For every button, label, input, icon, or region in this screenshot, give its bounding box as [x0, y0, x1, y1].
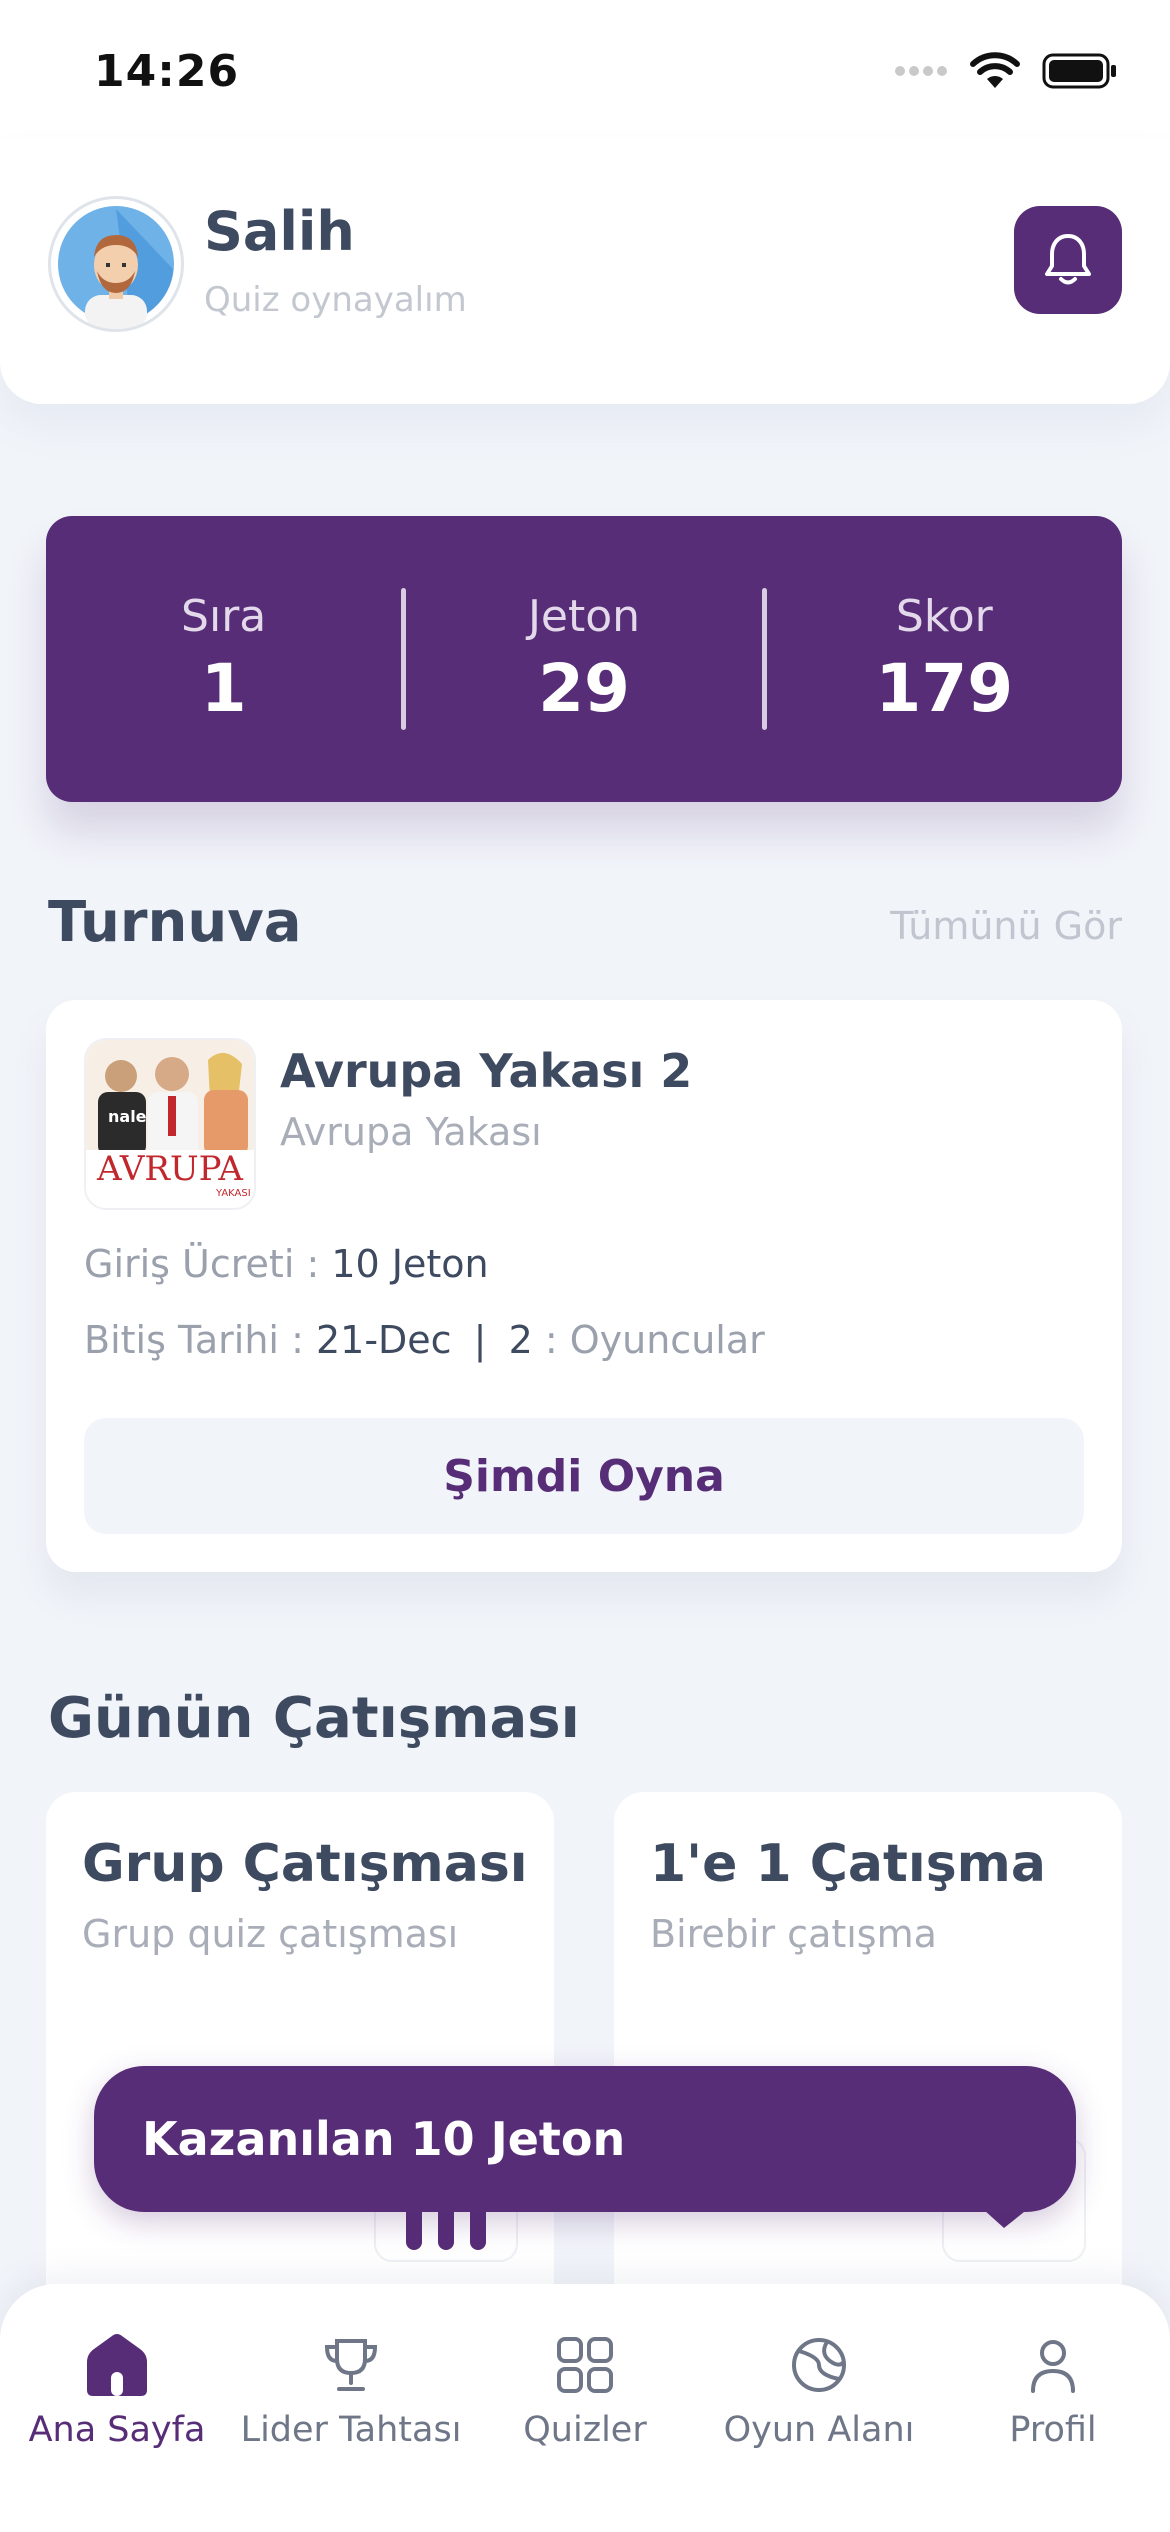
notifications-button[interactable] [1014, 206, 1122, 314]
nav-label: Quizler [523, 2410, 647, 2450]
duel-card-subtitle: Birebir çatışma [650, 1912, 937, 1956]
group-duel-card[interactable]: Grup Çatışması Grup quiz çatışması [46, 1792, 554, 2332]
status-time: 14:26 [94, 46, 240, 97]
players-count: 2 [508, 1318, 533, 1362]
see-all-link[interactable]: Tümünü Gör [890, 904, 1122, 948]
nav-label: Profil [1009, 2410, 1097, 2450]
stat-tokens: Jeton 29 [406, 591, 761, 727]
profile-header: Salih Quiz oynayalım [0, 140, 1170, 404]
tournament-poster-image: nale AVRUPA YAKASI [86, 1040, 254, 1208]
stat-label: Skor [895, 591, 993, 642]
wifi-icon [970, 52, 1020, 88]
bell-icon [1045, 234, 1091, 285]
cellular-signal-icon [895, 66, 947, 76]
poster-title-text: AVRUPA [96, 1149, 243, 1189]
row-separator: | [473, 1318, 487, 1362]
stat-value: 1 [200, 650, 247, 727]
status-bar: 14:26 [0, 0, 1170, 140]
play-now-button[interactable]: Şimdi Oyna [84, 1418, 1084, 1534]
stat-value: 29 [538, 650, 630, 727]
stats-panel: Sıra 1 Jeton 29 Skor 179 [46, 516, 1122, 802]
players-label: : Oyuncular [544, 1318, 765, 1362]
bottom-navigation: Ana Sayfa Lider Tahtası Quizler Oyun Ala… [0, 2284, 1170, 2532]
duel-section-title: Günün Çatışması [48, 1686, 580, 1751]
nav-label: Lider Tahtası [240, 2410, 462, 2450]
tournament-category: Avrupa Yakası [280, 1110, 542, 1154]
poster-subtitle-text: YAKASI [215, 1188, 251, 1199]
nav-item-quizzes[interactable]: Quizler [468, 2284, 702, 2532]
entry-fee-label: Giriş Ücreti : [84, 1242, 320, 1286]
home-icon [82, 2330, 152, 2400]
nav-item-game-area[interactable]: Oyun Alanı [702, 2284, 936, 2532]
trophy-icon [316, 2330, 386, 2400]
duel-card-title: Grup Çatışması [82, 1834, 528, 1894]
nav-item-home[interactable]: Ana Sayfa [0, 2284, 234, 2532]
duel-card-subtitle: Grup quiz çatışması [82, 1912, 459, 1956]
nav-label: Ana Sayfa [28, 2410, 206, 2450]
ball-icon [784, 2330, 854, 2400]
home-screen: 14:26 Salih Quiz oynayalım Sıra 1 Jeton … [0, 0, 1170, 2532]
nav-item-leaderboard[interactable]: Lider Tahtası [234, 2284, 468, 2532]
tournament-card[interactable]: nale AVRUPA YAKASI Avrupa Yakası 2 Avrup… [46, 1000, 1122, 1572]
stat-label: Sıra [181, 591, 267, 642]
tournament-section-title: Turnuva [48, 890, 302, 955]
avatar[interactable] [48, 196, 184, 332]
entry-fee-row: Giriş Ücreti : 10 Jeton [84, 1242, 489, 1286]
entry-fee-value: 10 Jeton [331, 1242, 489, 1286]
battery-icon [1042, 53, 1116, 89]
avatar-illustration-icon [58, 206, 174, 329]
user-name: Salih [204, 200, 355, 263]
stat-rank: Sıra 1 [46, 591, 401, 727]
tournament-name: Avrupa Yakası 2 [280, 1044, 693, 1098]
reward-toast: Kazanılan 10 Jeton [94, 2066, 1076, 2212]
end-date-row: Bitiş Tarihi : 21-Dec | 2 : Oyuncular [84, 1318, 765, 1362]
tournament-thumbnail: nale AVRUPA YAKASI [84, 1038, 256, 1210]
user-icon [1018, 2330, 1088, 2400]
stat-value: 179 [875, 650, 1014, 727]
grid-icon [550, 2330, 620, 2400]
user-subtitle: Quiz oynayalım [204, 280, 467, 320]
poster-logo-text: nale [108, 1107, 147, 1126]
nav-label: Oyun Alanı [723, 2410, 915, 2450]
stat-score: Skor 179 [767, 591, 1122, 727]
end-date-label: Bitiş Tarihi : [84, 1318, 304, 1362]
one-on-one-duel-card[interactable]: 1'e 1 Çatışma Birebir çatışma [614, 1792, 1122, 2332]
stat-label: Jeton [527, 591, 641, 642]
duel-card-title: 1'e 1 Çatışma [650, 1834, 1046, 1894]
status-icons [894, 52, 1118, 90]
nav-item-profile[interactable]: Profil [936, 2284, 1170, 2532]
end-date-value: 21-Dec [315, 1318, 452, 1362]
